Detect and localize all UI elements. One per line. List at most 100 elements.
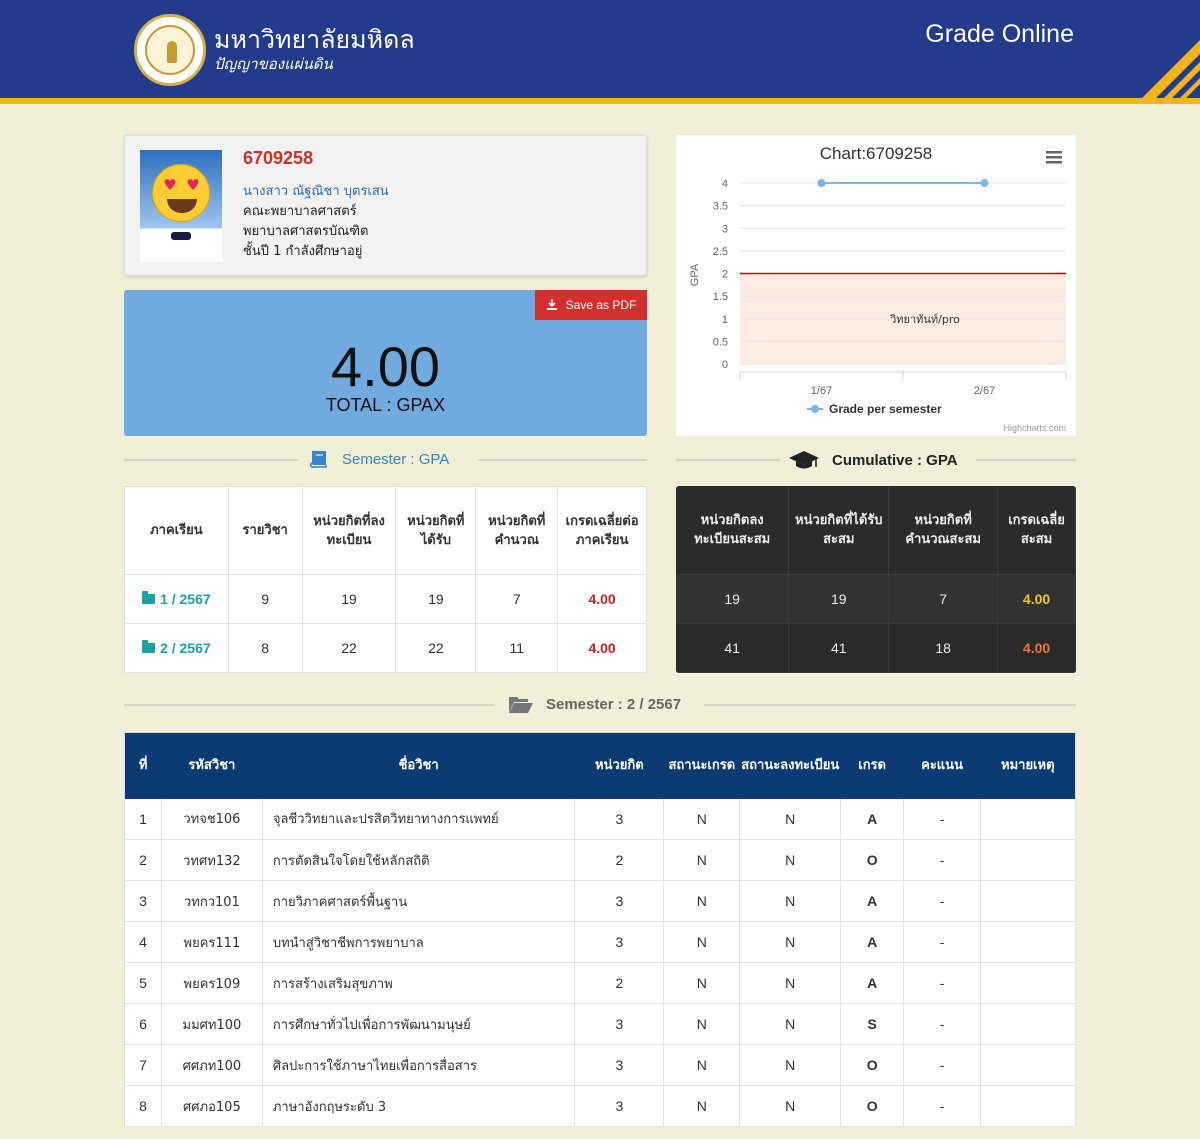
score-cell: - (903, 1085, 982, 1127)
row-number-cell: 7 (124, 1044, 162, 1086)
table-row: 1 / 2567 9 19 19 7 4.00 (124, 574, 647, 624)
credit-cell: 2 (574, 962, 665, 1004)
chart-title: Chart:6709258 (820, 144, 932, 163)
university-seal-logo[interactable] (134, 14, 206, 86)
save-as-pdf-label: Save as PDF (565, 298, 637, 312)
course-name-cell: ศิลปะการใช้ภาษาไทยเพื่อการสื่อสาร (262, 1044, 576, 1086)
col-cum-registered: หน่วยกิตลงทะเบียนสะสม (676, 486, 790, 575)
earned-cell: 22 (395, 623, 477, 673)
cum-gpa-cell: 4.00 (997, 574, 1076, 624)
course-code-cell: วทศท132 (161, 839, 263, 881)
credit-cell: 3 (574, 1085, 665, 1127)
note-cell (980, 839, 1076, 881)
row-number-cell: 5 (124, 962, 162, 1004)
earned-cell: 19 (395, 574, 477, 624)
registered-cell: 19 (302, 574, 397, 624)
grade-status-cell: N (663, 798, 741, 840)
courses-cell: 8 (228, 623, 303, 673)
course-code-cell: ศศภอ105 (161, 1085, 263, 1127)
student-name: นางสาว ณัฐณิชา บุตรเสน (243, 184, 389, 199)
save-as-pdf-button[interactable]: Save as PDF (535, 290, 647, 320)
cum-registered-cell: 19 (676, 574, 790, 624)
course-name-cell: กายวิภาคศาสตร์พื้นฐาน (262, 880, 576, 922)
reg-status-cell: N (739, 880, 842, 922)
table-row: 5 พยคร109 การสร้างเสริมสุขภาพ 2 N N A - (124, 962, 1076, 1004)
chart-legend[interactable]: Grade per semester (807, 402, 942, 416)
courses-cell: 9 (228, 574, 303, 624)
semester-gpa-cell: 4.00 (557, 623, 647, 673)
cumulative-gpa-heading: Cumulative : GPA (788, 449, 958, 471)
note-cell (980, 1085, 1076, 1127)
chart-band-label: วิทยาทันท์/pro (889, 313, 960, 326)
gpa-chart: Chart:6709258 0 0.5 1 1.5 2 2.5 3 3.5 4 1/67 2/67 ว… (676, 135, 1076, 436)
registered-cell: 22 (302, 623, 397, 673)
table-row: 3 วทกว101 กายวิภาคศาสตร์พื้นฐาน 3 N N A - (124, 880, 1076, 922)
credit-cell: 3 (574, 1003, 665, 1045)
reg-status-cell: N (739, 798, 842, 840)
grade-cell: O (840, 839, 905, 881)
divider-right-course (704, 704, 1076, 706)
grade-status-cell: N (663, 1003, 741, 1045)
reg-status-cell: N (739, 921, 842, 963)
course-grades-table: ที่ รหัสวิชา ชื่อวิชา หน่วยกิต สถานะเกรด… (124, 732, 1076, 1127)
chart-y-axis-label: GPA (689, 263, 701, 286)
folder-open-icon (509, 697, 533, 713)
col-cum-gpa: เกรดเฉลี่ยสะสม (997, 486, 1076, 575)
legend-marker (811, 405, 819, 413)
chart-x-tick-label: 1/67 (811, 385, 832, 397)
score-cell: - (903, 839, 982, 881)
cum-calculated-cell: 7 (888, 574, 999, 624)
grade-cell: O (840, 1085, 905, 1127)
gpax-value: 4.00 (331, 335, 440, 398)
course-name-cell: ภาษาอังกฤษระดับ 3 (262, 1085, 576, 1127)
download-icon (546, 299, 557, 310)
col-semester: ภาคเรียน (124, 486, 229, 575)
student-id: 6709258 (243, 148, 314, 168)
chart-credit[interactable]: Highcharts.com (1003, 423, 1066, 433)
grade-cell: A (840, 880, 905, 922)
table-row: 4 พยคร111 บทนำสู่วิชาชีพการพยาบาล 3 N N A - (124, 921, 1076, 963)
chart-data-point (980, 179, 989, 187)
row-number-cell: 6 (124, 1003, 162, 1045)
student-profile-card: ♥ ♥ 6709258 นางสาว ณัฐณิชา บุตรเสน คณะพย… (124, 135, 647, 276)
course-semester-heading: Semester : 2 / 2567 (508, 694, 681, 714)
table-row: 2 วทศท132 การตัดสินใจโดยใช้หลักสถิติ 2 N N O - (124, 839, 1076, 881)
cum-earned-cell: 19 (788, 574, 890, 624)
col-registered: หน่วยกิตที่ลงทะเบียน (302, 486, 397, 575)
cum-registered-cell: 41 (676, 623, 790, 673)
col-score: คะแนน (903, 732, 981, 799)
student-program: พยาบาลศาสตรบัณฑิต (243, 224, 369, 239)
semester-cell[interactable]: 2 / 2567 (124, 623, 229, 673)
legend-label: Grade per semester (829, 402, 942, 416)
header-accent-line (0, 98, 1200, 104)
reg-status-cell: N (739, 839, 842, 881)
grade-status-cell: N (663, 962, 741, 1004)
chart-menu-icon[interactable] (1046, 151, 1062, 164)
semester-gpa-table: ภาคเรียน รายวิชา หน่วยกิตที่ลงทะเบียน หน… (124, 486, 647, 673)
score-cell: - (903, 962, 982, 1004)
table-row: 8 ศศภอ105 ภาษาอังกฤษระดับ 33NNO- (124, 1085, 1076, 1127)
col-earned: หน่วยกิตที่ได้รับ (395, 486, 477, 575)
grade-cell: A (840, 962, 905, 1004)
semester-cell[interactable]: 1 / 2567 (124, 574, 229, 624)
note-cell (980, 798, 1076, 840)
grade-status-cell: N (663, 880, 741, 922)
chart-y-tick-label: 3.5 (713, 201, 728, 213)
col-cum-earned: หน่วยกิตที่ได้รับสะสม (788, 486, 890, 575)
course-name-cell: การสร้างเสริมสุขภาพ (262, 962, 576, 1004)
note-cell (980, 1003, 1076, 1045)
note-cell (980, 921, 1076, 963)
course-code-cell: วทจช106 (161, 798, 263, 840)
semester-link[interactable]: 2 / 2567 (142, 640, 211, 656)
chart-y-tick-label: 1.5 (713, 291, 728, 303)
semester-link[interactable]: 1 / 2567 (142, 591, 211, 607)
divider-left-cum (676, 459, 780, 461)
graduation-cap-icon (789, 451, 819, 469)
semester-gpa-title: Semester : GPA (342, 450, 450, 468)
chart-y-tick-label: 0 (722, 359, 728, 371)
university-motto: ปัญญาของแผ่นดิน (214, 55, 333, 73)
table-row: 1 วทจช106 จุลชีววิทยาและปรสิตวิทยาทางการแพ… (124, 798, 1076, 840)
course-code-cell: พยคร111 (161, 921, 263, 963)
table-row: 41 41 18 4.00 (676, 623, 1076, 673)
calculated-cell: 11 (475, 623, 559, 673)
